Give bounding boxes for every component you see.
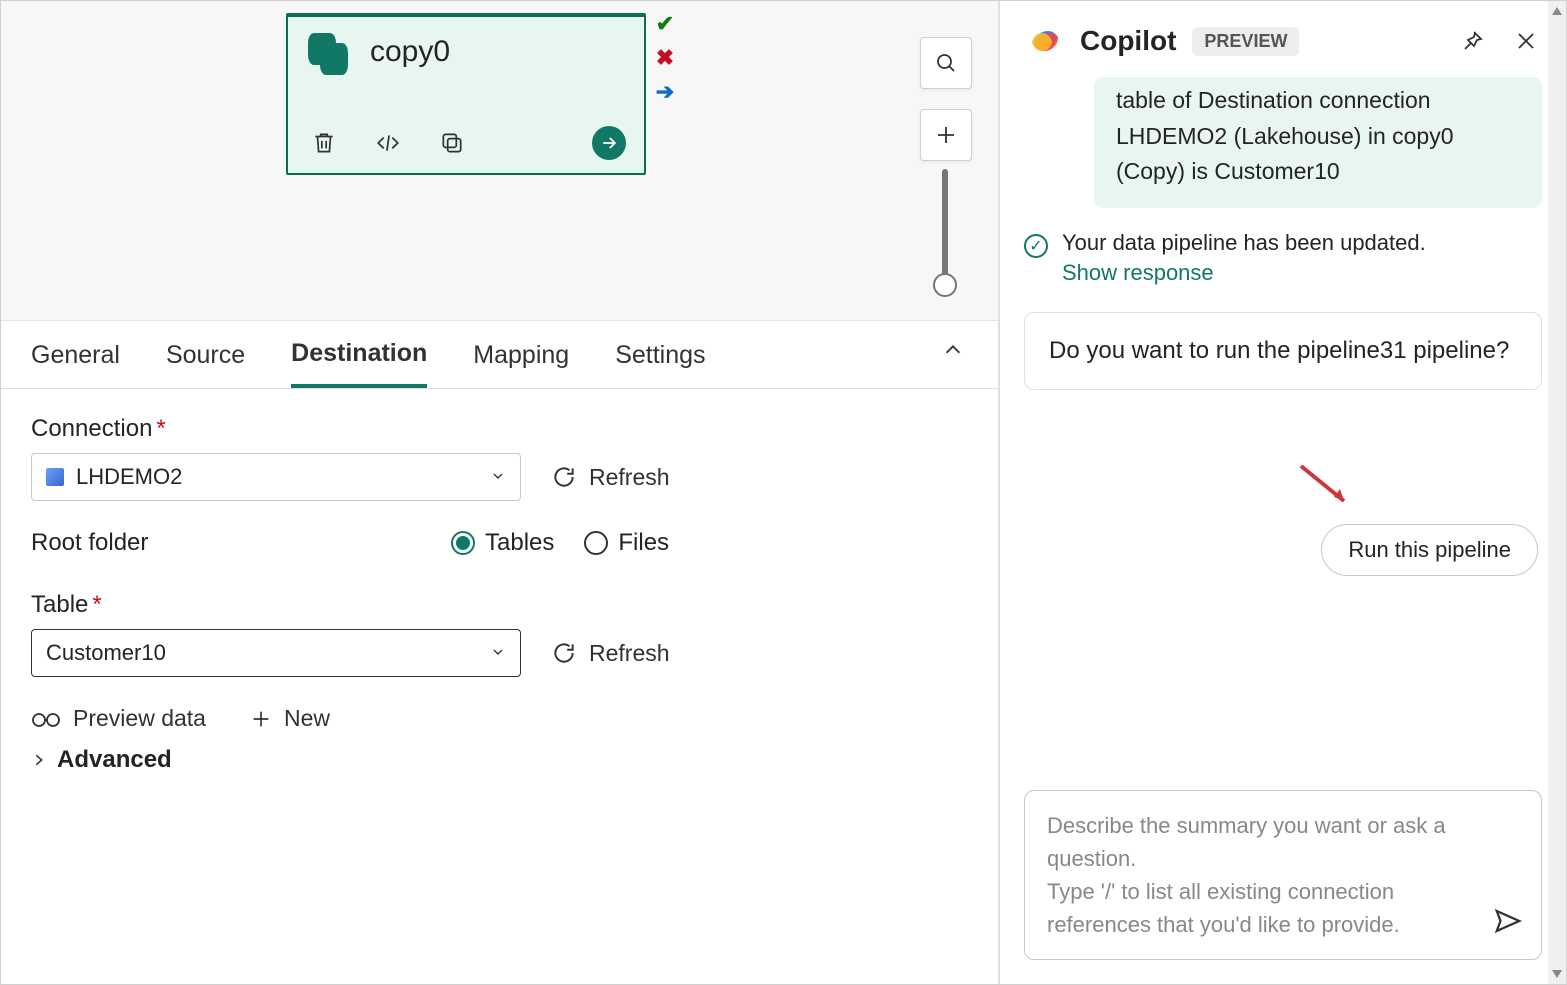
completion-path-icon[interactable]: ➔: [656, 81, 674, 103]
chevron-down-icon: [490, 463, 506, 491]
annotation-arrow: [1296, 461, 1356, 516]
table-value: Customer10: [46, 640, 166, 666]
run-pipeline-chip[interactable]: Run this pipeline: [1321, 524, 1538, 576]
copilot-placeholder: Describe the summary you want or ask a q…: [1047, 813, 1446, 937]
copy-activity-node[interactable]: copy0: [286, 13, 646, 175]
radio-unselected-icon: [584, 531, 608, 555]
copy-activity-icon: [306, 31, 348, 73]
root-folder-files-option[interactable]: Files: [584, 529, 669, 557]
root-folder-radio-group: Tables Files: [451, 529, 669, 557]
tab-settings[interactable]: Settings: [615, 341, 705, 386]
copilot-title: Copilot: [1080, 25, 1176, 57]
root-folder-label: Root folder: [31, 529, 191, 557]
new-table-button[interactable]: New: [250, 705, 330, 732]
run-node-button[interactable]: [592, 126, 626, 160]
chevron-down-icon: [490, 639, 506, 667]
zoom-slider[interactable]: [942, 169, 948, 279]
table-label: Table*: [31, 591, 968, 619]
root-folder-tables-option[interactable]: Tables: [451, 529, 554, 557]
success-path-icon[interactable]: ✔: [656, 13, 674, 35]
properties-tabs: General Source Destination Mapping Setti…: [1, 321, 998, 389]
copilot-status: ✓ Your data pipeline has been updated.: [1024, 230, 1542, 258]
tab-destination[interactable]: Destination: [291, 339, 427, 388]
advanced-toggle[interactable]: Advanced: [31, 746, 968, 774]
copilot-system-message: table of Destination connection LHDEMO2 …: [1094, 77, 1542, 208]
preview-badge: PREVIEW: [1192, 27, 1299, 56]
node-status-icons: ✔ ✖ ➔: [653, 13, 677, 103]
connection-value: LHDEMO2: [76, 464, 182, 490]
node-title: copy0: [370, 35, 450, 69]
code-view-button[interactable]: [370, 125, 406, 161]
show-response-link[interactable]: Show response: [1062, 260, 1542, 286]
zoom-thumb[interactable]: [933, 273, 957, 297]
window-scrollbar[interactable]: [1548, 1, 1566, 984]
copilot-chat: table of Destination connection LHDEMO2 …: [1000, 69, 1566, 776]
preview-data-button[interactable]: Preview data: [31, 705, 206, 732]
radio-selected-icon: [451, 531, 475, 555]
pipeline-canvas[interactable]: copy0 ✔: [1, 1, 998, 321]
table-select[interactable]: Customer10: [31, 629, 521, 677]
tab-general[interactable]: General: [31, 341, 120, 386]
failure-path-icon[interactable]: ✖: [656, 47, 674, 69]
tab-mapping[interactable]: Mapping: [473, 341, 569, 386]
copilot-logo-icon: [1028, 23, 1064, 59]
refresh-connection-button[interactable]: Refresh: [551, 464, 670, 491]
send-icon[interactable]: [1493, 906, 1523, 945]
tab-source[interactable]: Source: [166, 341, 245, 386]
pin-icon[interactable]: [1460, 29, 1484, 53]
close-icon[interactable]: [1514, 29, 1538, 53]
canvas-add-button[interactable]: [920, 109, 972, 161]
destination-form: Connection* LHDEMO2 Refresh Root folder: [1, 389, 998, 800]
copilot-input[interactable]: Describe the summary you want or ask a q…: [1024, 790, 1542, 960]
canvas-search-button[interactable]: [920, 37, 972, 89]
success-check-icon: ✓: [1024, 234, 1048, 258]
refresh-table-button[interactable]: Refresh: [551, 640, 670, 667]
copilot-question: Do you want to run the pipeline31 pipeli…: [1024, 312, 1542, 390]
connection-select[interactable]: LHDEMO2: [31, 453, 521, 501]
delete-node-button[interactable]: [306, 125, 342, 161]
clone-node-button[interactable]: [434, 125, 470, 161]
connection-label: Connection*: [31, 415, 968, 443]
lakehouse-icon: [46, 468, 64, 486]
collapse-panel-button[interactable]: [942, 339, 964, 366]
copilot-panel: Copilot PREVIEW table of Destination con…: [998, 1, 1566, 984]
